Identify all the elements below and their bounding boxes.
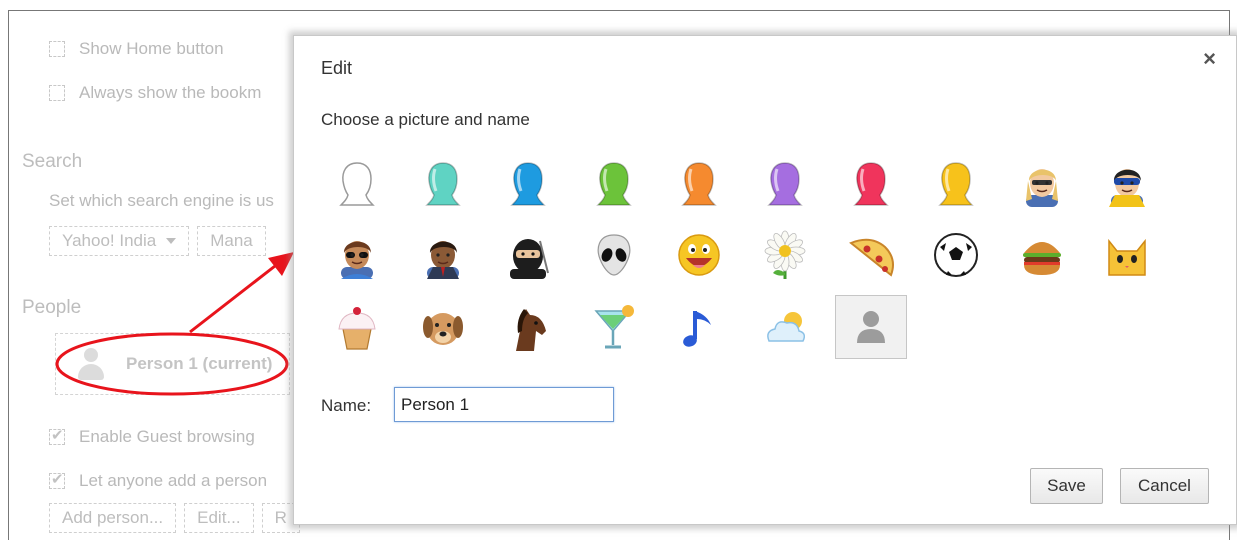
- green-silhouette-avatar-icon: [595, 162, 632, 206]
- manage-search-engines-button[interactable]: Mana: [197, 226, 266, 256]
- add-person-button[interactable]: Add person...: [49, 503, 177, 533]
- option-label: Always show the bookm: [79, 83, 262, 102]
- red-silhouette-avatar-option[interactable]: [835, 151, 907, 215]
- flower-avatar-icon: [764, 230, 806, 279]
- businessman-avatar-icon: [426, 241, 459, 279]
- green-silhouette-avatar-option[interactable]: [578, 151, 650, 215]
- cocktail-avatar-option[interactable]: [578, 295, 650, 359]
- orange-silhouette-avatar-icon: [681, 162, 718, 206]
- cyan-silhouette-avatar-icon: [424, 162, 461, 206]
- alien-avatar-option[interactable]: [578, 223, 650, 287]
- woman-sunglasses-avatar-icon: [341, 241, 373, 279]
- show-home-button-option[interactable]: Show Home button: [49, 39, 224, 59]
- search-section-title: Search: [22, 151, 83, 172]
- cat-avatar-option[interactable]: [1091, 223, 1163, 287]
- purple-silhouette-avatar-icon: [767, 162, 803, 206]
- woman-sunglasses-avatar-option[interactable]: [321, 223, 393, 287]
- businessman-avatar-option[interactable]: [407, 223, 479, 287]
- music-note-avatar-option[interactable]: [663, 295, 735, 359]
- option-label: Enable Guest browsing: [79, 427, 255, 446]
- search-description: Set which search engine is us: [49, 191, 274, 210]
- person-name: Person 1 (current): [126, 354, 273, 373]
- ninja-avatar-option[interactable]: [492, 223, 564, 287]
- dialog-subtitle: Choose a picture and name: [321, 110, 530, 129]
- current-person-item[interactable]: Person 1 (current): [55, 333, 290, 395]
- cancel-button[interactable]: Cancel: [1120, 468, 1209, 504]
- edit-person-button[interactable]: Edit...: [184, 503, 254, 533]
- red-silhouette-avatar-icon: [852, 162, 889, 206]
- soccer-ball-avatar-icon: [934, 233, 979, 277]
- pizza-avatar-icon: [848, 238, 894, 277]
- people-section-title: People: [22, 297, 82, 318]
- cupcake-avatar-icon: [338, 307, 376, 350]
- blue-silhouette-avatar-option[interactable]: [492, 151, 564, 215]
- generic-person-avatar-option[interactable]: [834, 295, 907, 359]
- yellow-silhouette-avatar-option[interactable]: [920, 151, 992, 215]
- option-label: Show Home button: [79, 39, 224, 58]
- blonde-woman-avatar-option[interactable]: [1006, 151, 1078, 215]
- enable-guest-option[interactable]: Enable Guest browsing: [49, 426, 255, 447]
- cyan-silhouette-avatar-option[interactable]: [407, 151, 479, 215]
- select-value: Yahoo! India: [62, 231, 157, 250]
- burger-avatar-option[interactable]: [1006, 223, 1078, 287]
- chevron-down-icon: [166, 238, 177, 244]
- horse-avatar-icon: [516, 309, 547, 351]
- save-button[interactable]: Save: [1030, 468, 1103, 504]
- ninja-avatar-icon: [510, 239, 550, 279]
- person-icon: [76, 346, 106, 382]
- checkbox[interactable]: [49, 426, 65, 445]
- orange-silhouette-avatar-option[interactable]: [663, 151, 735, 215]
- dog-avatar-option[interactable]: [407, 295, 479, 359]
- burger-avatar-icon: [1022, 242, 1061, 275]
- checkbox[interactable]: [49, 470, 65, 489]
- pizza-avatar-option[interactable]: [835, 223, 907, 287]
- superhero-avatar-icon: [1109, 169, 1146, 207]
- blue-silhouette-avatar-icon: [510, 162, 546, 206]
- white-silhouette-avatar-option[interactable]: [321, 151, 393, 215]
- option-label: Let anyone add a person: [79, 471, 268, 490]
- flower-avatar-option[interactable]: [749, 223, 821, 287]
- soccer-ball-avatar-option[interactable]: [920, 223, 992, 287]
- name-input[interactable]: [394, 387, 614, 422]
- edit-person-dialog: Edit × Choose a picture and name Name: P…: [293, 35, 1237, 525]
- purple-silhouette-avatar-option[interactable]: [749, 151, 821, 215]
- alien-avatar-icon: [597, 234, 631, 276]
- search-engine-select[interactable]: Yahoo! India: [49, 226, 190, 256]
- music-note-avatar-icon: [683, 311, 712, 347]
- sun-cloud-avatar-option[interactable]: [749, 295, 821, 359]
- horse-avatar-option[interactable]: [492, 295, 564, 359]
- checkbox[interactable]: [49, 85, 65, 101]
- yellow-silhouette-avatar-icon: [938, 162, 974, 206]
- blonde-woman-avatar-icon: [1025, 169, 1058, 207]
- let-anyone-add-option[interactable]: Let anyone add a person: [49, 470, 268, 491]
- close-icon[interactable]: ×: [1203, 46, 1216, 72]
- white-silhouette-avatar-icon: [339, 162, 375, 206]
- smiley-avatar-icon: [678, 234, 721, 276]
- always-show-bookmarks-option[interactable]: Always show the bookm: [49, 83, 261, 103]
- cocktail-avatar-icon: [594, 305, 634, 349]
- dialog-title: Edit: [321, 58, 353, 78]
- cupcake-avatar-option[interactable]: [321, 295, 393, 359]
- dog-avatar-icon: [422, 313, 463, 345]
- checkbox[interactable]: [49, 41, 65, 57]
- name-label: Name:: [321, 396, 372, 415]
- sun-cloud-avatar-icon: [767, 312, 806, 342]
- cat-avatar-icon: [1108, 238, 1147, 276]
- generic-person-avatar-icon: [856, 311, 885, 343]
- superhero-avatar-option[interactable]: [1091, 151, 1163, 215]
- smiley-avatar-option[interactable]: [663, 223, 735, 287]
